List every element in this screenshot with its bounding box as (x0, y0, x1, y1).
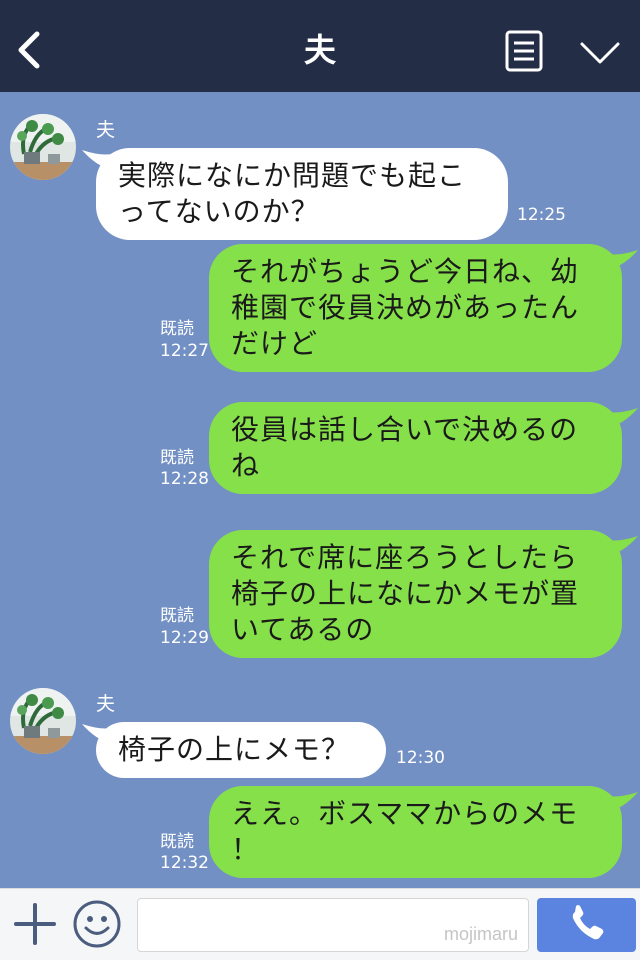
message-time: 12:27 (160, 341, 209, 361)
message-line: 役員は話し合いで決めるの (231, 413, 579, 446)
plant-icon (10, 114, 76, 180)
call-button[interactable] (537, 898, 636, 952)
watermark: mojimaru (443, 924, 518, 944)
chat-header: 夫 (0, 0, 640, 92)
message-line: 実際になにか問題でも起こ (118, 159, 467, 192)
bubble-tail (608, 250, 638, 270)
plus-icon (14, 903, 56, 945)
sender-name: 夫 (96, 693, 116, 715)
message-bubble[interactable]: 役員は話し合いで決めるの ね (209, 402, 622, 494)
message-line: それがちょうど今日ね、幼 (231, 255, 580, 288)
emoji-button[interactable] (72, 899, 122, 949)
message-time: 12:28 (160, 469, 209, 489)
plant-icon (10, 688, 76, 754)
message-line: 椅子の上になにかメモが置 (231, 577, 580, 610)
add-button[interactable] (12, 901, 58, 947)
read-receipt: 既読 (160, 832, 194, 852)
read-receipt: 既読 (160, 448, 194, 468)
message-bubble[interactable]: ええ。ボスママからのメモ ！ (209, 786, 622, 878)
message-line: 稚園で役員決めがあったん (231, 291, 580, 324)
avatar[interactable] (10, 688, 76, 754)
notes-icon (505, 30, 543, 72)
message-line: ええ。ボスママからのメモ (231, 797, 579, 830)
smiley-icon (73, 900, 121, 948)
message-bubble[interactable]: 実際になにか問題でも起こ ってないのか？ (96, 148, 508, 240)
chat-title: 夫 (303, 31, 336, 69)
chevron-down-icon (580, 42, 620, 64)
message-bubble[interactable]: 椅子の上にメモ？ (96, 722, 386, 778)
avatar[interactable] (10, 114, 76, 180)
message-line: それで席に座ろうとしたら (231, 541, 579, 574)
read-receipt: 既読 (160, 319, 194, 339)
phone-icon (572, 905, 604, 940)
message-time: 12:25 (517, 205, 566, 225)
message-bubble[interactable]: それで席に座ろうとしたら 椅子の上になにかメモが置 いてあるの (209, 530, 622, 658)
sender-name: 夫 (96, 119, 116, 141)
message-line: 椅子の上にメモ？ (118, 733, 351, 766)
chat-area[interactable]: 夫 実際になにか問題でも起こ ってないのか？ 12:25 それがちょうど今日ね、… (0, 92, 640, 888)
message-line: ！ (231, 833, 261, 866)
bubble-tail (608, 536, 638, 556)
message-bubble[interactable]: それがちょうど今日ね、幼 稚園で役員決めがあったん だけど (209, 244, 622, 372)
message-time: 12:30 (396, 748, 445, 768)
bubble-tail (608, 792, 638, 812)
message-time: 12:32 (160, 853, 209, 873)
message-time: 12:29 (160, 628, 209, 648)
notes-button[interactable] (505, 30, 543, 72)
input-bar: mojimaru (0, 888, 640, 960)
bubble-tail (608, 408, 638, 428)
message-line: いてあるの (231, 613, 375, 646)
read-receipt: 既読 (160, 606, 194, 626)
message-input[interactable]: mojimaru (137, 898, 529, 952)
message-line: だけど (231, 327, 319, 360)
message-line: ね (231, 449, 261, 482)
collapse-button[interactable] (578, 36, 622, 68)
message-line: ってないのか？ (118, 195, 320, 228)
